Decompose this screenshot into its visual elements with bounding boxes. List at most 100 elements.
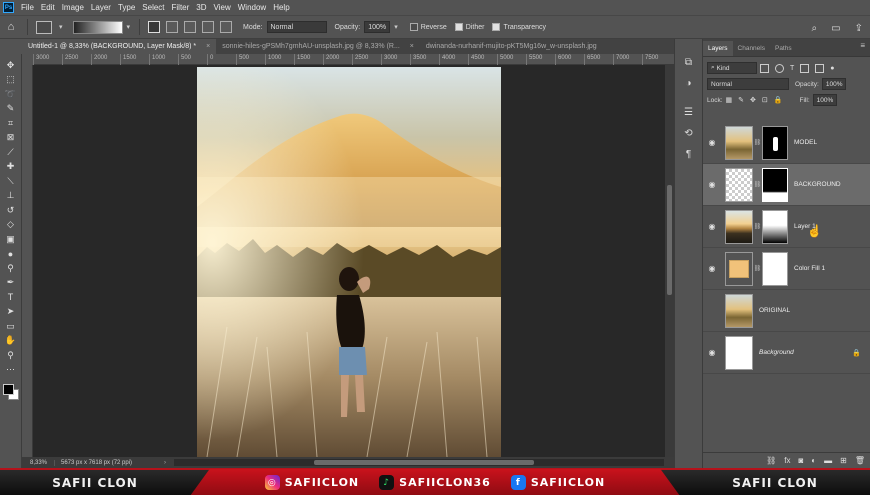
path-select-tool-icon[interactable]: ➤ (3, 305, 19, 320)
lock-image-icon[interactable]: ✎ (738, 96, 744, 104)
menu-filter[interactable]: Filter (172, 3, 190, 12)
chevron-down-icon[interactable]: ▾ (127, 23, 131, 31)
properties-icon[interactable]: ☰ (681, 103, 697, 121)
link-icon[interactable]: ⛓ (753, 223, 762, 230)
link-icon[interactable]: ⛓ (753, 139, 762, 146)
chevron-right-icon[interactable]: › (164, 460, 166, 466)
link-icon[interactable]: ⛓ (753, 181, 762, 188)
adjustments-icon[interactable]: ◑ (681, 74, 697, 92)
frame-tool-icon[interactable]: ⊠ (3, 131, 19, 146)
menu-layer[interactable]: Layer (91, 3, 111, 12)
scroll-thumb[interactable] (667, 185, 672, 295)
layer-name[interactable]: MODEL (794, 139, 817, 146)
marquee-tool-icon[interactable]: ⬚ (3, 73, 19, 88)
layer-thumbnail[interactable] (725, 251, 753, 286)
layer-row-original[interactable]: ◉ ORIGINAL (703, 290, 870, 332)
search-icon[interactable]: ⌕ (812, 23, 818, 34)
scroll-thumb[interactable] (314, 460, 534, 465)
type-filter-icon[interactable]: T (790, 65, 794, 72)
gradient-tool-icon[interactable]: ▣ (3, 232, 19, 247)
lasso-tool-icon[interactable]: ➰ (3, 87, 19, 102)
transparency-checkbox[interactable] (492, 23, 501, 31)
add-mask-icon[interactable]: ◙ (798, 456, 803, 465)
layer-thumbnail[interactable] (725, 335, 753, 370)
brush-tool-icon[interactable]: ⟍ (3, 174, 19, 189)
close-icon[interactable]: × (410, 43, 414, 50)
dodge-tool-icon[interactable]: ⚲ (3, 261, 19, 276)
tab-sonnie-hiles[interactable]: sonnie-hiles-gPSMh7gmhAU-unsplash.jpg @ … (216, 39, 420, 54)
libraries-icon[interactable]: ⧉ (681, 53, 697, 71)
type-tool-icon[interactable]: T (3, 290, 19, 305)
layer-thumbnail[interactable] (725, 209, 753, 244)
tool-preset-picker[interactable] (36, 20, 52, 34)
delete-layer-icon[interactable]: 🗑 (855, 456, 865, 465)
home-icon[interactable]: ⌂ (0, 16, 22, 38)
pixel-filter-icon[interactable] (760, 63, 769, 73)
layer-mask-thumbnail[interactable] (762, 167, 788, 202)
dither-checkbox[interactable] (454, 23, 463, 31)
adjustment-layer-icon[interactable]: ◐ (811, 456, 816, 465)
history-brush-tool-icon[interactable]: ↺ (3, 203, 19, 218)
layer-row-color-fill-1[interactable]: ◉ ⛓ Color Fill 1 (703, 248, 870, 290)
zoom-tool-icon[interactable]: ⚲ (3, 348, 19, 363)
menu-select[interactable]: Select (142, 3, 164, 12)
menu-type[interactable]: Type (118, 3, 135, 12)
layer-name[interactable]: Color Fill 1 (794, 265, 825, 272)
fill-field[interactable]: 100% (812, 94, 837, 106)
lock-position-icon[interactable]: ✥ (750, 96, 756, 104)
layer-thumbnail[interactable] (725, 125, 753, 160)
layer-row-background[interactable]: ◉ Background 🔒 (703, 332, 870, 374)
visibility-eye-icon[interactable]: ◉ (703, 348, 721, 357)
chevron-down-icon[interactable]: ▾ (59, 23, 63, 31)
angle-gradient-button[interactable] (184, 21, 197, 33)
tab-paths[interactable]: Paths (770, 41, 797, 56)
lock-transparent-icon[interactable]: ▦ (726, 96, 733, 104)
tab-layers[interactable]: Layers (703, 41, 733, 56)
blend-mode-select[interactable]: Normal (707, 78, 789, 90)
menu-window[interactable]: Window (238, 3, 266, 12)
layer-thumbnail[interactable] (725, 293, 753, 328)
gradient-picker[interactable] (72, 20, 123, 34)
crop-tool-icon[interactable]: ⌗ (3, 116, 19, 131)
lock-artboard-icon[interactable]: ⊡ (762, 96, 768, 104)
tab-channels[interactable]: Channels (733, 41, 770, 56)
mode-select[interactable]: Normal (266, 21, 327, 33)
new-group-icon[interactable]: ▬ (824, 456, 832, 465)
horizontal-scrollbar[interactable] (174, 459, 664, 466)
layer-row-background-mask[interactable]: ◉ ⛓ BACKGROUND (703, 164, 870, 206)
radial-gradient-button[interactable] (166, 21, 179, 33)
rectangle-tool-icon[interactable]: ▭ (3, 319, 19, 334)
close-icon[interactable]: × (206, 43, 210, 50)
canvas[interactable] (33, 65, 665, 457)
paragraph-icon[interactable]: ¶ (681, 145, 697, 163)
eyedropper-tool-icon[interactable]: ⟋ (3, 145, 19, 160)
more-tools-icon[interactable]: ⋯ (3, 363, 19, 378)
layer-mask-thumbnail[interactable] (762, 251, 788, 286)
history-icon[interactable]: ⟲ (681, 124, 697, 142)
new-layer-icon[interactable]: ⊞ (840, 456, 847, 465)
zoom-level[interactable]: 8,33% (22, 460, 54, 466)
healing-brush-tool-icon[interactable]: ✚ (3, 160, 19, 175)
chevron-down-icon[interactable]: ▾ (394, 23, 398, 31)
document-image[interactable] (197, 67, 501, 457)
vertical-scrollbar[interactable] (665, 65, 674, 457)
visibility-eye-icon[interactable]: ◉ (703, 222, 721, 231)
menu-help[interactable]: Help (273, 3, 289, 12)
foreground-color[interactable] (2, 384, 14, 395)
menu-file[interactable]: File (21, 3, 34, 12)
hand-tool-icon[interactable]: ✋ (3, 334, 19, 349)
kind-filter-select[interactable]: ⌕ Kind (707, 62, 757, 74)
lock-all-icon[interactable]: 🔒 (774, 96, 783, 104)
layer-opacity-field[interactable]: 100% (821, 78, 846, 90)
shape-filter-icon[interactable] (800, 63, 810, 73)
filter-toggle-icon[interactable]: ● (830, 65, 834, 72)
opacity-field[interactable]: 100% (364, 21, 391, 33)
layer-mask-thumbnail[interactable] (762, 125, 788, 160)
layer-row-layer-1[interactable]: ◉ ⛓ Layer 1 ☝ (703, 206, 870, 248)
menu-3d[interactable]: 3D (196, 3, 206, 12)
workspace-icon[interactable]: ▭ (831, 23, 840, 34)
adjustment-filter-icon[interactable] (775, 63, 784, 73)
smart-filter-icon[interactable] (815, 63, 825, 73)
quick-select-tool-icon[interactable]: ✎ (3, 102, 19, 117)
layer-name[interactable]: BACKGROUND (794, 181, 841, 188)
